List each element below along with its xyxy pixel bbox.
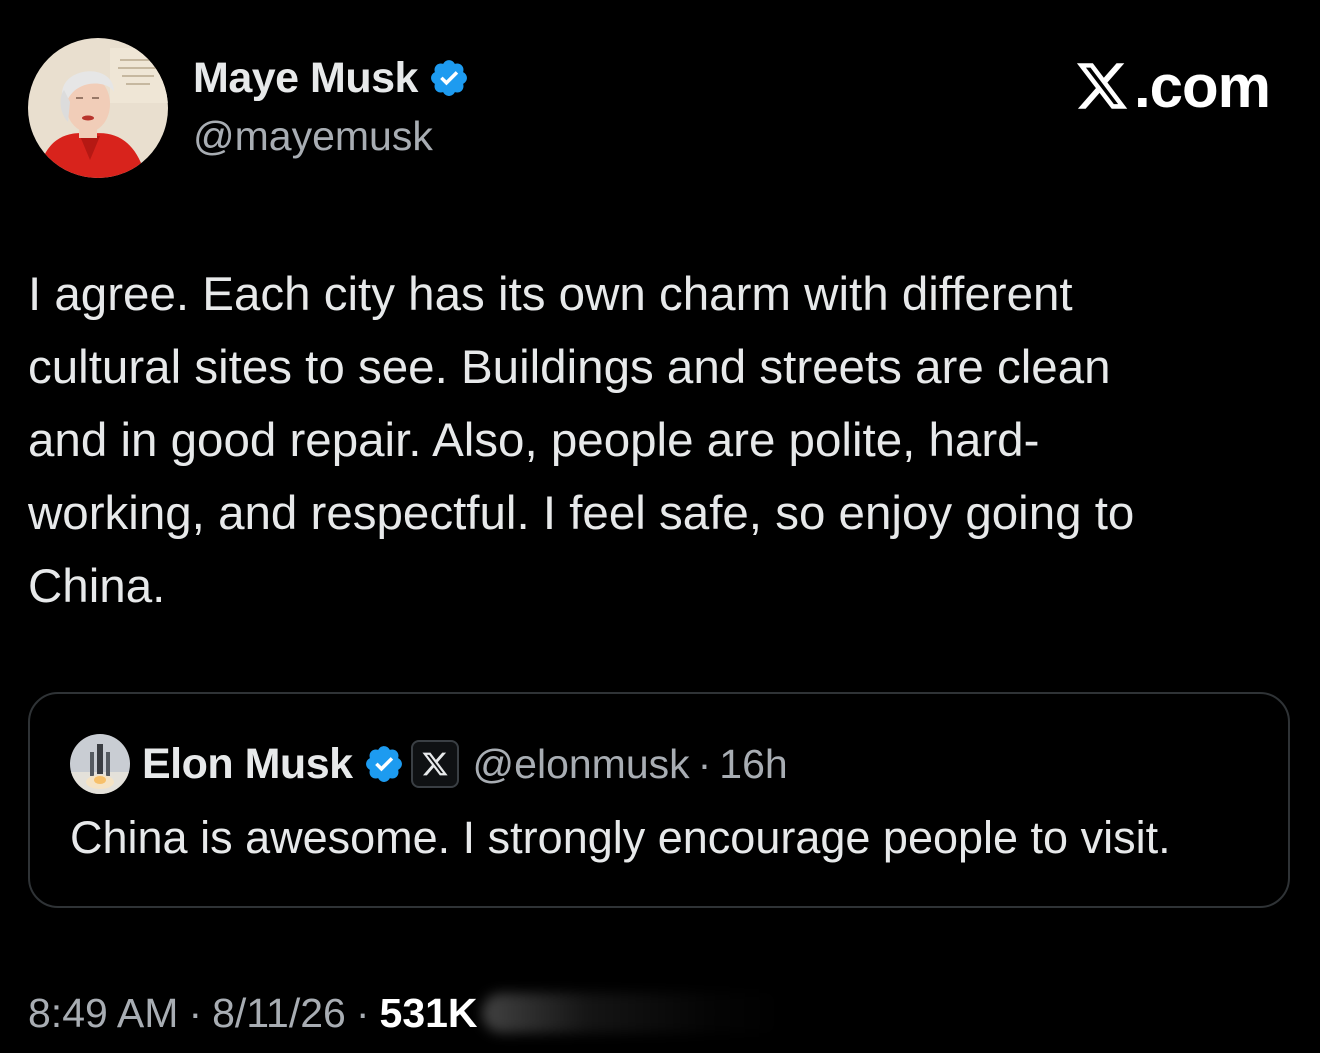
quote-separator: · (697, 740, 712, 787)
quote-author-handle[interactable]: @elonmusk (473, 741, 690, 788)
tweet-time[interactable]: 8:49 AM (28, 990, 178, 1037)
quote-timestamp[interactable]: 16h (719, 741, 787, 788)
tweet-date[interactable]: 8/11/26 (212, 990, 346, 1037)
author-handle[interactable]: @mayemusk (193, 113, 433, 160)
brand-text: .com (1133, 52, 1271, 120)
meta-separator: · (188, 989, 203, 1036)
x-logo-icon (1076, 63, 1128, 109)
author-avatar[interactable] (28, 38, 168, 178)
quote-author-avatar[interactable] (70, 734, 130, 794)
verified-badge-icon[interactable] (363, 743, 405, 785)
meta-separator: · (355, 989, 370, 1036)
rocket-launch-avatar-icon (70, 734, 130, 794)
affiliate-badge[interactable] (410, 740, 459, 788)
verified-badge-icon[interactable] (428, 57, 470, 99)
portrait-avatar-icon (28, 38, 168, 178)
x-logo-icon (421, 752, 448, 776)
quote-text: China is awesome. I strongly encourage p… (70, 812, 1171, 863)
tweet-meta: 8:49 AM · 8/11/26 · 531K (28, 985, 782, 1041)
blurred-overlay (481, 993, 782, 1033)
brand-watermark: .com (1072, 53, 1271, 120)
author-name[interactable]: Maye Musk (193, 54, 418, 103)
quote-header[interactable]: Elon Musk @elonmusk · 16h (142, 736, 788, 792)
author-name-row[interactable]: Maye Musk (193, 52, 470, 104)
quoted-tweet-card[interactable]: Elon Musk @elonmusk · 16h China is aweso… (28, 692, 1290, 908)
view-count: 531K (379, 989, 478, 1036)
quote-author-name[interactable]: Elon Musk (142, 740, 353, 789)
tweet-text: I agree. Each city has its own charm wit… (28, 268, 1135, 613)
